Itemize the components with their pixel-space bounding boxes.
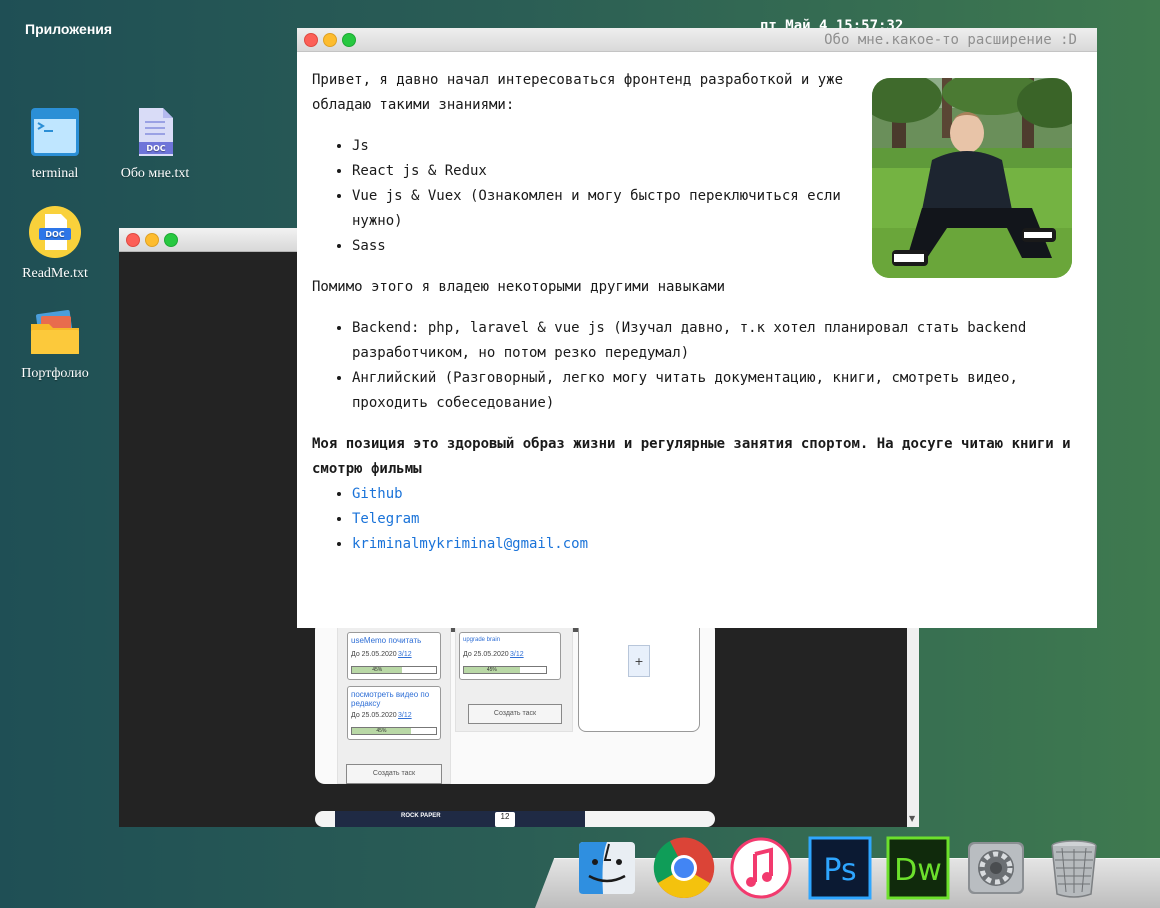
doc-circle-icon: DOC	[29, 206, 81, 258]
about-content: Привет, я давно начал интересоваться фро…	[312, 52, 1082, 557]
photoshop-icon[interactable]: Ps	[808, 836, 872, 900]
list-item: Github	[352, 482, 1082, 507]
create-task-button: Создать таск	[346, 764, 442, 784]
minimize-button[interactable]	[323, 33, 337, 47]
links-list: Github Telegram kriminalmykriminal@gmail…	[312, 482, 1082, 557]
task-card: useMemo почитать До 25.05.2020 3/12 45%	[347, 632, 441, 680]
about-window: Обо мне.какое-то расширение :D Привет, я…	[297, 28, 1097, 628]
svg-text:Ps: Ps	[823, 853, 856, 888]
task-date: До 25.05.2020	[463, 651, 509, 658]
list-item: React js & Redux	[352, 159, 872, 184]
itunes-icon[interactable]	[729, 836, 793, 900]
calendar-icon: 12	[495, 812, 515, 827]
doc-file-icon: DOC	[139, 108, 173, 156]
maximize-button[interactable]	[342, 33, 356, 47]
portfolio-card[interactable]: ROCK PAPER 12	[315, 811, 715, 827]
task-progress: 45%	[351, 666, 437, 674]
list-item: Backend: php, laravel & vue js (Изучал д…	[352, 316, 1082, 366]
desktop-icon-about[interactable]: DOC Обо мне.txt	[110, 104, 200, 182]
list-item: Js	[352, 134, 872, 159]
close-button[interactable]	[304, 33, 318, 47]
telegram-link[interactable]: Telegram	[352, 511, 419, 527]
finder-icon[interactable]	[575, 836, 639, 900]
card-preview-title: ROCK PAPER	[401, 813, 441, 819]
chrome-icon[interactable]	[652, 836, 716, 900]
list-item: Vue js & Vuex (Ознакомлен и могу быстро …	[352, 184, 872, 234]
folder-icon	[31, 309, 79, 354]
position-text: Моя позиция это здоровый образ жизни и р…	[312, 436, 1071, 477]
list-item: kriminalmykriminal@gmail.com	[352, 532, 1082, 557]
task-date: До 25.05.2020	[351, 651, 397, 658]
list-item: Sass	[352, 234, 872, 259]
other-skills-intro: Помимо этого я владею некоторыми другими…	[312, 279, 726, 295]
dreamweaver-icon[interactable]: Dw	[886, 836, 950, 900]
maximize-button[interactable]	[164, 233, 178, 247]
skills-list: Js React js & Redux Vue js & Vuex (Ознак…	[312, 134, 872, 259]
minimize-button[interactable]	[145, 233, 159, 247]
intro-text: Привет, я давно начал интересоваться фро…	[312, 72, 844, 113]
desktop-icon-label: Портфолио	[21, 366, 89, 381]
close-button[interactable]	[126, 233, 140, 247]
system-preferences-icon[interactable]	[964, 836, 1028, 900]
card-preview	[335, 811, 585, 827]
desktop-icon-readme[interactable]: DOC ReadMe.txt	[10, 204, 100, 282]
task-card: посмотреть видео по редаксу До 25.05.202…	[347, 686, 441, 740]
applications-menu[interactable]: Приложения	[25, 21, 112, 37]
scroll-down-icon[interactable]: ▼	[909, 814, 915, 823]
window-titlebar[interactable]: Обо мне.какое-то расширение :D	[297, 28, 1097, 52]
desktop-icon-portfolio[interactable]: Портфолио	[10, 304, 100, 382]
desktop-icon-label: ReadMe.txt	[22, 266, 88, 281]
task-count: 3/12	[398, 651, 412, 658]
list-item: Английский (Разговорный, легко могу чита…	[352, 366, 1082, 416]
github-link[interactable]: Github	[352, 486, 403, 502]
task-progress: 45%	[351, 727, 437, 735]
desktop-icon-terminal[interactable]: terminal	[10, 104, 100, 182]
task-title: посмотреть видео по редаксу	[351, 690, 430, 708]
portfolio-card[interactable]: useMemo почитать До 25.05.2020 3/12 45% …	[315, 620, 715, 784]
list-item: Telegram	[352, 507, 1082, 532]
task-title: upgrade brain	[463, 637, 501, 643]
add-column-button: +	[628, 645, 650, 677]
terminal-icon	[31, 108, 79, 156]
task-count: 3/12	[510, 651, 524, 658]
trash-icon[interactable]	[1042, 836, 1106, 900]
email-link[interactable]: kriminalmykriminal@gmail.com	[352, 536, 588, 552]
create-task-button: Создать таск	[468, 704, 562, 724]
svg-text:DOC: DOC	[45, 230, 64, 239]
task-card: upgrade brain До 25.05.2020 3/12 45%	[459, 632, 561, 680]
svg-text:DOC: DOC	[146, 144, 165, 153]
window-title: Обо мне.какое-то расширение :D	[824, 32, 1077, 48]
desktop-icon-label: Обо мне.txt	[120, 166, 190, 181]
task-date: До 25.05.2020	[351, 712, 397, 719]
task-count: 3/12	[398, 712, 412, 719]
other-skills-list: Backend: php, laravel & vue js (Изучал д…	[312, 316, 1082, 416]
task-title: useMemo почитать	[351, 636, 422, 645]
svg-text:Dw: Dw	[894, 853, 942, 888]
task-progress: 45%	[463, 666, 547, 674]
desktop-icon-label: terminal	[31, 166, 79, 181]
